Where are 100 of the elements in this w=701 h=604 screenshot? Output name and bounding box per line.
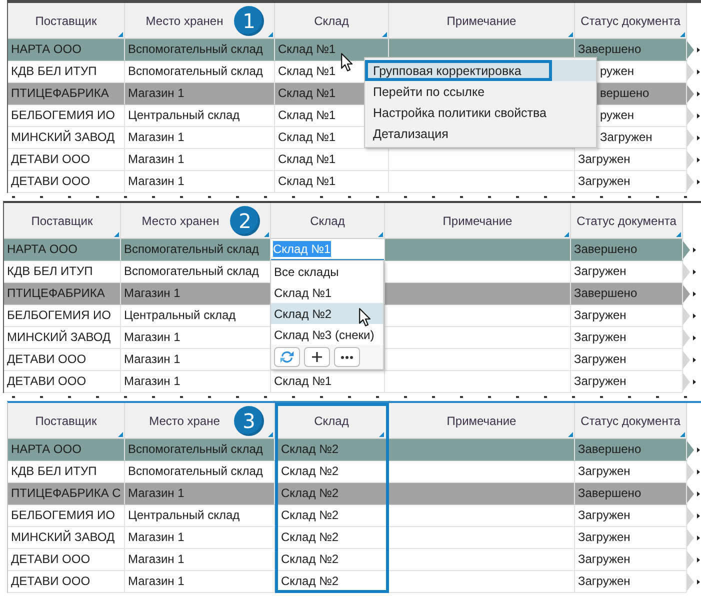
table-cell: ДЕТАВИ ООО — [8, 549, 125, 571]
column-header[interactable]: Место хранен 2 — [121, 203, 271, 239]
corner-marker-icon — [564, 232, 569, 237]
table-cell: Магазин 1 — [125, 483, 275, 505]
column-header[interactable]: Поставщик — [8, 3, 125, 39]
table-cell: Склад №2 — [275, 439, 389, 461]
corner-marker-icon — [676, 232, 681, 237]
column-title: Примечание — [442, 214, 512, 228]
dropdown-option[interactable]: Склад №2 — [271, 303, 383, 324]
table-cell: Магазин 1 — [125, 83, 275, 105]
table-cell: ПТИЦЕФАБРИКА — [8, 83, 125, 105]
column-header[interactable]: Место хранен 1 — [125, 3, 275, 39]
column-title: Место хране — [149, 414, 220, 428]
table-cell: Центральный склад — [125, 105, 275, 127]
column-header[interactable]: Примечание — [389, 3, 575, 39]
corner-marker-icon — [118, 32, 123, 37]
table-cell: НАРТА ООО — [8, 439, 125, 461]
plus-icon — [312, 352, 322, 362]
column-header[interactable]: Примечание — [385, 203, 571, 239]
corner-marker-icon — [568, 32, 573, 37]
corner-marker-icon — [118, 432, 123, 437]
table-cell: ДЕТАВИ ООО — [8, 571, 125, 593]
table-cell: Вспомогательный склад — [125, 439, 275, 461]
table-cell: Склад №2 — [275, 527, 389, 549]
table-cell: ДЕТАВИ ООО — [4, 349, 121, 371]
column-header[interactable]: Склад — [271, 203, 385, 239]
corner-marker-icon — [680, 32, 685, 37]
table-cell: Магазин 1 — [125, 127, 275, 149]
column-title: Место хранен — [146, 14, 224, 28]
column-title: Статус документа — [580, 414, 680, 428]
column-title: Поставщик — [31, 214, 93, 228]
column-title: Место хранен — [142, 214, 220, 228]
table-cell: Склад №1 — [275, 171, 389, 193]
column-title: Поставщик — [35, 14, 97, 28]
table-cell: Магазин 1 — [121, 371, 271, 393]
dropdown-option[interactable]: Все склады — [271, 261, 383, 282]
step-badge: 3 — [234, 406, 264, 436]
table-cell: ДЕТАВИ ООО — [4, 371, 121, 393]
column-header[interactable]: Поставщик — [8, 403, 125, 439]
table-cell: Склад №2 — [275, 549, 389, 571]
table-cell: МИНСКИЙ ЗАВОД — [8, 127, 125, 149]
column-title: Примечание — [446, 14, 516, 28]
table-cell: Склад №2 — [275, 505, 389, 527]
corner-marker-icon — [378, 232, 383, 237]
table-cell: ДЕТАВИ ООО — [8, 171, 125, 193]
column-header[interactable]: Место хране 3 — [125, 403, 275, 439]
table-cell: ДЕТАВИ ООО — [8, 149, 125, 171]
column-header[interactable]: Статус документа — [571, 203, 683, 239]
table-cell: Склад №2 — [275, 571, 389, 593]
table-cell: Магазин 1 — [125, 171, 275, 193]
table-cell: НАРТА ООО — [4, 239, 121, 261]
column-title: Склад — [310, 214, 345, 228]
column-header[interactable]: Статус документа — [575, 403, 687, 439]
step-badge: 2 — [230, 206, 260, 236]
more-icon — [341, 356, 353, 358]
corner-marker-icon — [264, 232, 269, 237]
column-title: Склад — [314, 14, 349, 28]
column-header[interactable]: Склад — [275, 3, 389, 39]
dropdown-option[interactable]: Склад №1 — [271, 282, 383, 303]
menu-item[interactable]: Групповая корректировка — [365, 60, 596, 81]
table-cell: Склад №2 — [275, 483, 389, 505]
table-cell: МИНСКИЙ ЗАВОД — [8, 527, 125, 549]
table-cell: Магазин 1 — [125, 149, 275, 171]
column-title: Статус документа — [576, 214, 676, 228]
column-title: Поставщик — [35, 414, 97, 428]
column-header[interactable]: Склад — [275, 403, 389, 439]
table-cell: НАРТА ООО — [8, 39, 125, 61]
table-cell: Магазин 1 — [125, 549, 275, 571]
column-header[interactable]: Примечание — [389, 403, 575, 439]
add-button[interactable] — [304, 347, 330, 367]
column-header[interactable]: Поставщик — [4, 203, 121, 239]
column-title: Примечание — [446, 414, 516, 428]
dropdown-option[interactable]: Склад №3 (снеки) — [271, 324, 383, 345]
corner-marker-icon — [382, 32, 387, 37]
more-button[interactable] — [334, 347, 360, 367]
corner-marker-icon — [680, 432, 685, 437]
table-cell: Магазин 1 — [121, 283, 271, 305]
table-cell: БЕЛБОГЕМИЯ ИО — [4, 305, 121, 327]
table-cell: Магазин 1 — [125, 571, 275, 593]
column-title: Склад — [314, 414, 349, 428]
pointer-cursor-icon — [341, 53, 353, 72]
table-cell: БЕЛБОГЕМИЯ ИО — [8, 105, 125, 127]
refresh-icon — [280, 350, 294, 364]
table-cell: Склад №1 — [271, 371, 385, 393]
column-title: Статус документа — [580, 14, 680, 28]
column-header[interactable]: Статус документа — [575, 3, 687, 39]
corner-marker-icon — [268, 32, 273, 37]
table-cell: МИНСКИЙ ЗАВОД — [4, 327, 121, 349]
table-cell: Склад №1 — [275, 39, 389, 61]
corner-marker-icon — [114, 232, 119, 237]
table-cell: ПТИЦЕФАБРИКА — [4, 283, 121, 305]
corner-marker-icon — [268, 432, 273, 437]
corner-marker-icon — [379, 432, 384, 437]
pointer-cursor-icon — [359, 308, 371, 327]
table-cell: Вспомогательный склад — [121, 239, 271, 261]
step-badge: 1 — [234, 6, 264, 36]
table-cell: Склад №1 — [275, 149, 389, 171]
table-cell: ПТИЦЕФАБРИКА С — [8, 483, 125, 505]
table-cell: Магазин 1 — [125, 527, 275, 549]
corner-marker-icon — [568, 432, 573, 437]
